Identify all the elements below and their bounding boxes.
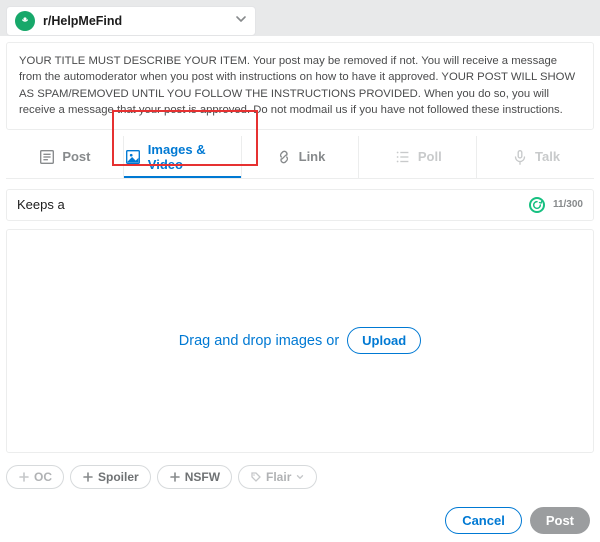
image-icon [124,148,142,166]
title-field-container: 11/300 [6,189,594,221]
tab-post-label: Post [62,149,90,164]
tab-post[interactable]: Post [6,136,124,178]
post-type-tabs: Post Images & Video Link Poll Talk [6,136,594,179]
community-selector[interactable]: r/HelpMeFind [6,6,256,36]
community-name: r/HelpMeFind [43,14,235,28]
oc-pill: OC [6,465,64,489]
rules-message: YOUR TITLE MUST DESCRIBE YOUR ITEM. Your… [6,42,594,130]
upload-dropzone[interactable]: Drag and drop images or Upload [6,229,594,453]
tab-link[interactable]: Link [242,136,360,178]
plus-icon [169,471,181,483]
grammarly-icon[interactable] [529,197,545,213]
topbar: r/HelpMeFind [0,0,600,36]
flair-pill: Flair [238,465,317,489]
tab-images-label: Images & Video [148,142,241,172]
link-icon [275,148,293,166]
flair-label: Flair [266,470,291,484]
spoiler-label: Spoiler [98,470,139,484]
tab-poll: Poll [359,136,477,178]
chevron-down-icon [295,472,305,482]
plus-icon [82,471,94,483]
tab-images-video[interactable]: Images & Video [124,136,242,178]
dropzone-text: Drag and drop images or [179,333,339,349]
tab-talk: Talk [477,136,594,178]
post-button[interactable]: Post [530,507,590,534]
spoiler-pill[interactable]: Spoiler [70,465,151,489]
nsfw-pill[interactable]: NSFW [157,465,232,489]
cancel-button[interactable]: Cancel [445,507,522,534]
community-avatar-icon [15,11,35,31]
plus-icon [18,471,30,483]
action-row: Cancel Post [6,507,590,534]
oc-label: OC [34,470,52,484]
tag-icon [250,471,262,483]
title-input[interactable] [17,197,521,212]
mic-icon [511,148,529,166]
upload-button[interactable]: Upload [347,327,421,354]
tab-poll-label: Poll [418,149,442,164]
chevron-down-icon [235,12,247,30]
post-icon [38,148,56,166]
tab-link-label: Link [299,149,326,164]
tag-pills-row: OC Spoiler NSFW Flair [6,465,594,489]
poll-icon [394,148,412,166]
char-counter: 11/300 [553,199,583,210]
nsfw-label: NSFW [185,470,220,484]
tab-talk-label: Talk [535,149,560,164]
